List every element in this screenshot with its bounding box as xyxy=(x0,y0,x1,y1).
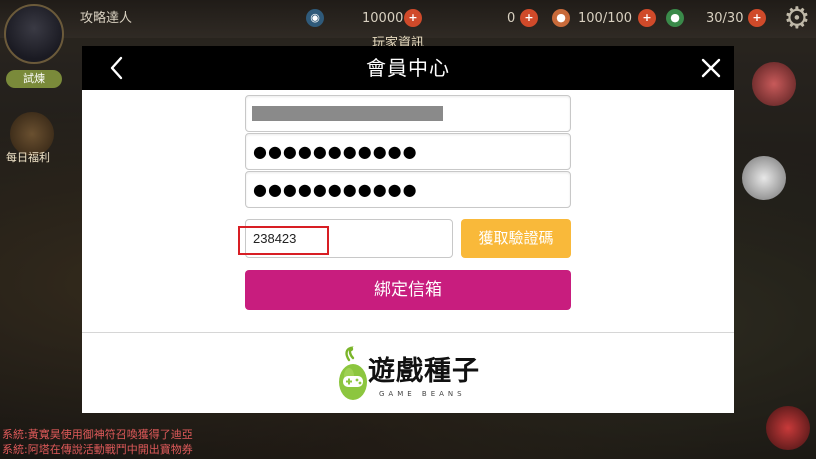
game-beans-mascot-icon xyxy=(339,346,367,400)
chat-message: 系統:阿塔在傳說活動戰鬥中開出寶物券 xyxy=(2,443,193,456)
add-currency-icon[interactable]: + xyxy=(404,9,422,27)
confirm-password-mask: ●●●●●●●●●●● xyxy=(253,180,418,199)
close-icon[interactable] xyxy=(698,55,724,81)
chevron-left-icon[interactable] xyxy=(104,54,130,82)
daily-reward-label: 每日福利 xyxy=(6,151,50,164)
add-diamond-icon[interactable]: + xyxy=(520,9,538,27)
player-avatar[interactable] xyxy=(4,4,64,64)
verification-code-value: 238423 xyxy=(253,231,297,246)
trial-button[interactable]: 試煉 xyxy=(6,70,62,88)
password-field[interactable]: ●●●●●●●●●●● xyxy=(245,133,571,170)
modal-header: 會員中心 xyxy=(82,46,734,90)
add-energy-icon[interactable]: + xyxy=(748,9,766,27)
brand-subtitle: GAME BEANS xyxy=(379,390,466,398)
battle-button[interactable] xyxy=(766,406,810,450)
stamina-value: 100/100 xyxy=(578,11,633,26)
verification-code-input[interactable]: 238423 xyxy=(245,219,453,258)
event-button[interactable] xyxy=(752,62,796,106)
brand-name: 遊戲種子 xyxy=(368,356,480,387)
diamond-value: 0 xyxy=(507,11,516,26)
currency-value: 10000 xyxy=(362,11,404,26)
chat-message: 系統:黃寬昊使用御神符召喚獲得了迪亞 xyxy=(2,428,193,441)
get-verification-code-button[interactable]: 獲取驗證碼 xyxy=(461,219,571,258)
add-stamina-icon[interactable]: + xyxy=(638,9,656,27)
divider xyxy=(82,332,734,333)
helper-button[interactable] xyxy=(742,156,786,200)
stamina-icon: ● xyxy=(552,9,570,27)
player-name: 攻略達人 xyxy=(80,11,133,26)
modal-body: ●●●●●●●●●●● ●●●●●●●●●●● 238423 獲取驗證碼 綁定信… xyxy=(82,90,734,413)
bind-email-button[interactable]: 綁定信箱 xyxy=(245,270,571,310)
redacted-email xyxy=(252,106,443,121)
gear-icon[interactable]: ⚙ xyxy=(780,2,814,36)
email-field[interactable] xyxy=(245,95,571,132)
energy-icon: ● xyxy=(666,9,684,27)
confirm-password-field[interactable]: ●●●●●●●●●●● xyxy=(245,171,571,208)
energy-value: 30/30 xyxy=(706,11,744,26)
globe-icon: ◉ xyxy=(306,9,324,27)
modal-title: 會員中心 xyxy=(366,56,450,80)
game-beans-logo: 遊戲種子 GAME BEANS xyxy=(336,346,486,404)
trial-button-label: 試煉 xyxy=(23,72,45,85)
password-mask: ●●●●●●●●●●● xyxy=(253,142,418,161)
